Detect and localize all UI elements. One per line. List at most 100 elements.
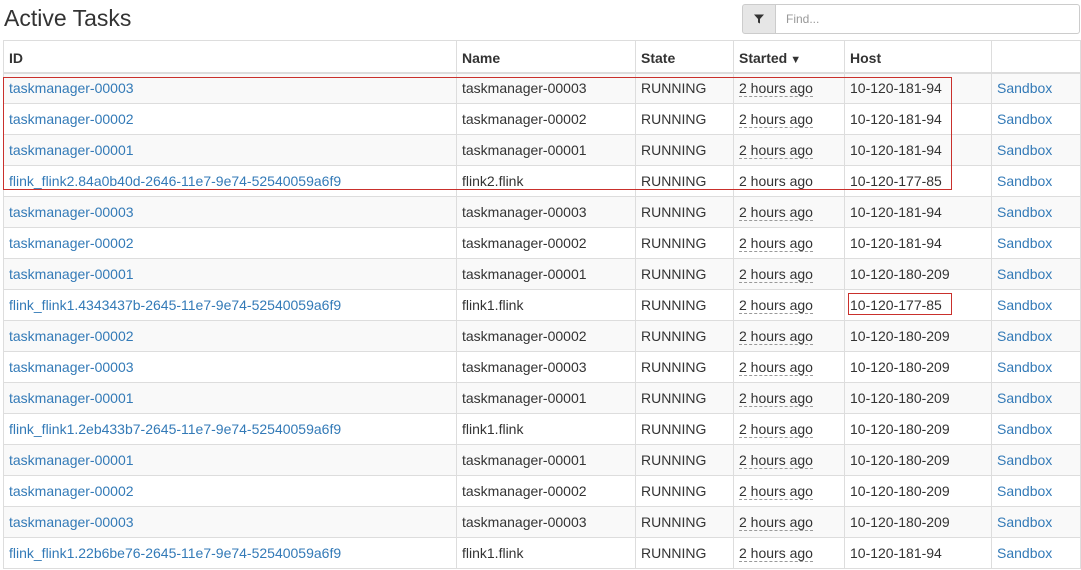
task-id-link[interactable]: taskmanager-00002 xyxy=(9,328,134,344)
task-state-cell: RUNNING xyxy=(635,134,734,166)
sandbox-cell: Sandbox xyxy=(991,72,1081,104)
filter-icon xyxy=(754,14,764,24)
page-header: Active Tasks xyxy=(0,0,1081,40)
task-id-link[interactable]: taskmanager-00003 xyxy=(9,514,134,530)
task-name-cell: taskmanager-00003 xyxy=(456,506,636,538)
task-id-link[interactable]: flink_flink1.4343437b-2645-11e7-9e74-525… xyxy=(9,297,341,313)
search-filter-group xyxy=(742,4,1081,34)
started-time: 2 hours ago xyxy=(739,514,813,531)
started-time: 2 hours ago xyxy=(739,266,813,283)
task-id-link[interactable]: taskmanager-00002 xyxy=(9,483,134,499)
sandbox-cell: Sandbox xyxy=(991,506,1081,538)
sandbox-link[interactable]: Sandbox xyxy=(997,359,1052,375)
sandbox-link[interactable]: Sandbox xyxy=(997,204,1052,220)
started-time: 2 hours ago xyxy=(739,80,813,98)
task-id-link[interactable]: flink_flink1.2eb433b7-2645-11e7-9e74-525… xyxy=(9,421,341,437)
sandbox-link[interactable]: Sandbox xyxy=(997,142,1052,158)
started-time: 2 hours ago xyxy=(739,173,813,190)
started-time: 2 hours ago xyxy=(739,483,813,500)
sandbox-link[interactable]: Sandbox xyxy=(997,328,1052,344)
sandbox-link[interactable]: Sandbox xyxy=(997,483,1052,499)
task-started-cell: 2 hours ago xyxy=(733,165,845,197)
started-time: 2 hours ago xyxy=(739,359,813,376)
task-started-cell: 2 hours ago xyxy=(733,537,845,569)
task-id-link[interactable]: taskmanager-00003 xyxy=(9,80,134,96)
column-header-host[interactable]: Host xyxy=(844,40,992,74)
task-id-link[interactable]: flink_flink2.84a0b40d-2646-11e7-9e74-525… xyxy=(9,173,341,189)
sandbox-cell: Sandbox xyxy=(991,382,1081,414)
task-name-cell: taskmanager-00003 xyxy=(456,351,636,383)
started-time: 2 hours ago xyxy=(739,111,813,128)
task-id-link[interactable]: taskmanager-00001 xyxy=(9,266,134,282)
task-id-cell: taskmanager-00002 xyxy=(3,320,457,352)
table-row: taskmanager-00001 taskmanager-00001 RUNNIN… xyxy=(3,258,1081,290)
task-id-cell: flink_flink1.2eb433b7-2645-11e7-9e74-525… xyxy=(3,413,457,445)
task-state-cell: RUNNING xyxy=(635,444,734,476)
table-row: taskmanager-00002 taskmanager-00002 RUNNIN… xyxy=(3,320,1081,352)
search-input[interactable] xyxy=(775,4,1080,34)
task-id-cell: taskmanager-00003 xyxy=(3,72,457,104)
column-header-state[interactable]: State xyxy=(635,40,734,74)
table-row: taskmanager-00003 taskmanager-00003 RUNNIN… xyxy=(3,351,1081,383)
started-time: 2 hours ago xyxy=(739,452,813,469)
task-name-cell: flink1.flink xyxy=(456,537,636,569)
sandbox-cell: Sandbox xyxy=(991,196,1081,228)
task-id-link[interactable]: taskmanager-00002 xyxy=(9,235,134,251)
sandbox-link[interactable]: Sandbox xyxy=(997,390,1052,406)
task-id-link[interactable]: taskmanager-00003 xyxy=(9,204,134,220)
sandbox-cell: Sandbox xyxy=(991,351,1081,383)
task-host-cell: 10-120-181-94 xyxy=(844,537,992,569)
task-host-cell: 10-120-180-209 xyxy=(844,382,992,414)
table-header-row: ID Name State Started ▼ Host xyxy=(3,40,1081,74)
filter-button[interactable] xyxy=(742,4,776,34)
task-state-cell: RUNNING xyxy=(635,413,734,445)
sandbox-link[interactable]: Sandbox xyxy=(997,111,1052,127)
task-state-cell: RUNNING xyxy=(635,537,734,569)
table-row: taskmanager-00001 taskmanager-00001 RUNNIN… xyxy=(3,134,1081,166)
sandbox-link[interactable]: Sandbox xyxy=(997,514,1052,530)
column-header-name[interactable]: Name xyxy=(456,40,636,74)
task-name-cell: flink1.flink xyxy=(456,289,636,321)
sandbox-link[interactable]: Sandbox xyxy=(997,266,1052,282)
task-host-cell: 10-120-177-85 xyxy=(844,289,992,321)
task-id-cell: taskmanager-00003 xyxy=(3,196,457,228)
task-id-link[interactable]: taskmanager-00001 xyxy=(9,142,134,158)
task-state-cell: RUNNING xyxy=(635,165,734,197)
task-id-link[interactable]: taskmanager-00001 xyxy=(9,452,134,468)
sandbox-link[interactable]: Sandbox xyxy=(997,452,1052,468)
sandbox-link[interactable]: Sandbox xyxy=(997,235,1052,251)
sandbox-link[interactable]: Sandbox xyxy=(997,421,1052,437)
task-id-cell: taskmanager-00001 xyxy=(3,134,457,166)
sandbox-link[interactable]: Sandbox xyxy=(997,297,1052,313)
sandbox-cell: Sandbox xyxy=(991,475,1081,507)
sandbox-cell: Sandbox xyxy=(991,289,1081,321)
column-header-id[interactable]: ID xyxy=(3,40,457,74)
task-host-cell: 10-120-181-94 xyxy=(844,72,992,104)
started-time: 2 hours ago xyxy=(739,204,813,221)
column-header-started[interactable]: Started ▼ xyxy=(733,40,845,74)
task-host-cell: 10-120-181-94 xyxy=(844,103,992,135)
sandbox-link[interactable]: Sandbox xyxy=(997,545,1052,561)
table-row: taskmanager-00002 taskmanager-00002 RUNNIN… xyxy=(3,227,1081,259)
task-id-link[interactable]: taskmanager-00001 xyxy=(9,390,134,406)
table-row: flink_flink1.4343437b-2645-11e7-9e74-525… xyxy=(3,289,1081,321)
task-state-cell: RUNNING xyxy=(635,506,734,538)
task-name-cell: taskmanager-00002 xyxy=(456,227,636,259)
task-id-link[interactable]: taskmanager-00003 xyxy=(9,359,134,375)
sandbox-cell: Sandbox xyxy=(991,134,1081,166)
task-state-cell: RUNNING xyxy=(635,72,734,104)
sandbox-cell: Sandbox xyxy=(991,103,1081,135)
task-id-link[interactable]: flink_flink1.22b6be76-2645-11e7-9e74-525… xyxy=(9,545,341,561)
task-id-link[interactable]: taskmanager-00002 xyxy=(9,111,134,127)
active-tasks-table: ID Name State Started ▼ Host taskmanager-… xyxy=(3,40,1081,569)
started-time: 2 hours ago xyxy=(739,328,813,345)
column-header-actions xyxy=(991,40,1081,74)
sandbox-link[interactable]: Sandbox xyxy=(997,80,1052,96)
sandbox-link[interactable]: Sandbox xyxy=(997,173,1052,189)
task-state-cell: RUNNING xyxy=(635,196,734,228)
table-body: taskmanager-00003 taskmanager-00003 RUNNIN… xyxy=(3,72,1081,569)
task-state-cell: RUNNING xyxy=(635,227,734,259)
sandbox-cell: Sandbox xyxy=(991,537,1081,569)
task-host-cell: 10-120-181-94 xyxy=(844,196,992,228)
page-title: Active Tasks xyxy=(4,5,132,31)
